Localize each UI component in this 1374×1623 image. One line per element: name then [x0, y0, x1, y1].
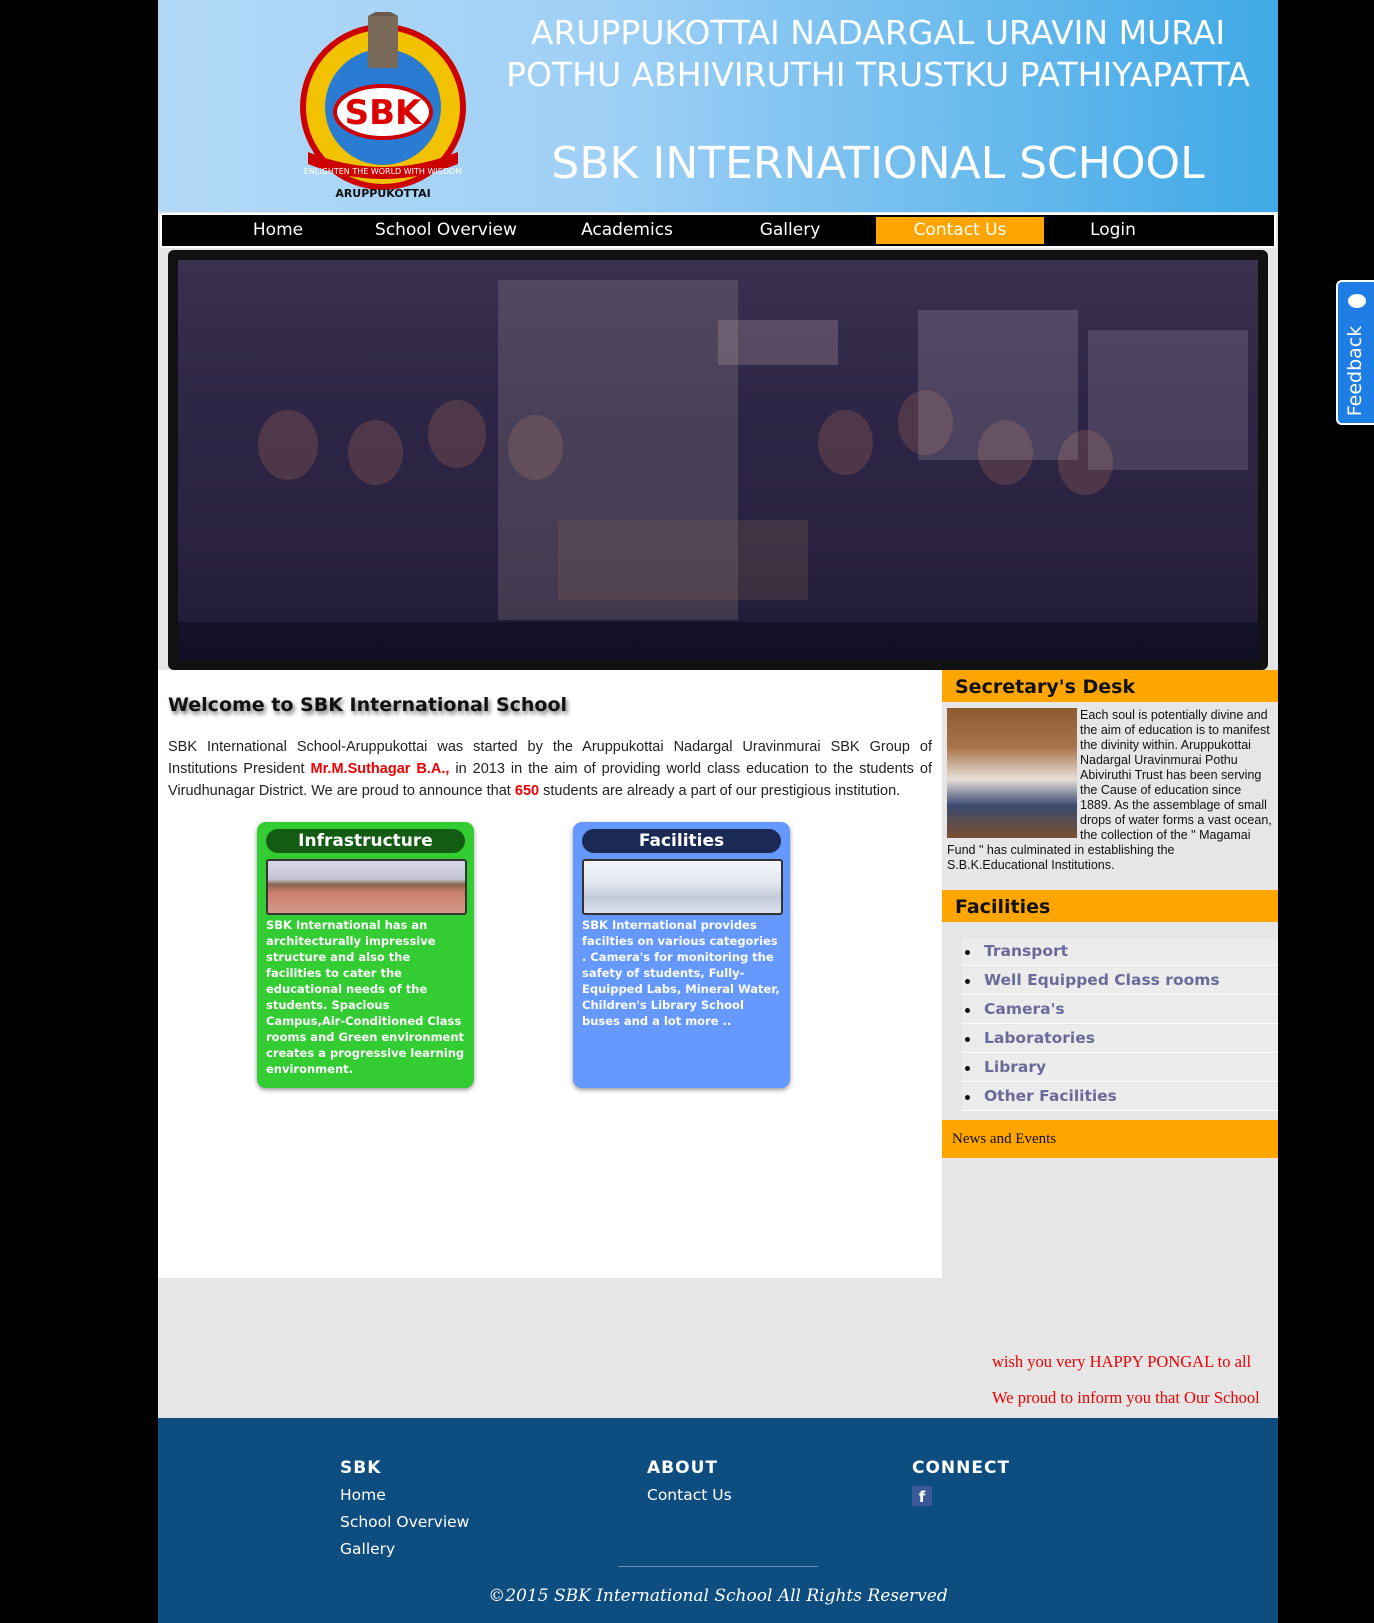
footer-link-gallery[interactable]: Gallery: [340, 1540, 395, 1558]
nav-school-overview[interactable]: School Overview: [372, 217, 520, 244]
copyright-text: ©2015 SBK International School All Right…: [488, 1586, 948, 1606]
feedback-label: Feedback: [1344, 325, 1366, 417]
infrastructure-image: [266, 859, 467, 915]
nav-contact-us[interactable]: Contact Us: [876, 217, 1044, 244]
facility-class-rooms[interactable]: Well Equipped Class rooms: [962, 967, 1278, 995]
page: SBK ENLIGHTEN THE WORLD WITH WISDOM ARUP…: [158, 0, 1278, 1623]
president-name: Mr.M.Suthagar B.A.,: [310, 761, 450, 777]
secretary-message: Each soul is potentially divine and the …: [947, 708, 1272, 873]
news-ticker: wish you very HAPPY PONGAL to all We pro…: [992, 1352, 1272, 1417]
school-logo: SBK ENLIGHTEN THE WORLD WITH WISDOM ARUP…: [300, 12, 466, 200]
news-item: We proud to inform you that Our School: [992, 1388, 1260, 1407]
chat-icon: [1348, 294, 1366, 308]
facebook-icon[interactable]: f: [912, 1486, 932, 1506]
nav-home[interactable]: Home: [232, 217, 324, 244]
facilities-list: Transport Well Equipped Class rooms Came…: [962, 938, 1278, 1112]
intro-text-3: students are already a part of our prest…: [539, 783, 901, 799]
footer-link-home[interactable]: Home: [340, 1486, 386, 1504]
site-footer: SBK Home School Overview Gallery ABOUT C…: [158, 1418, 1278, 1623]
news-events-heading: News and Events: [942, 1120, 1278, 1158]
school-name: SBK INTERNATIONAL SCHOOL: [551, 138, 1205, 189]
facility-laboratories[interactable]: Laboratories: [962, 1025, 1278, 1053]
news-item: wish you very HAPPY PONGAL to all: [992, 1352, 1252, 1371]
card-title: Infrastructure: [266, 829, 465, 853]
slide-image: [178, 260, 1258, 660]
welcome-heading: Welcome to SBK International School: [168, 694, 568, 716]
secretary-desk-heading: Secretary's Desk: [942, 670, 1278, 702]
facility-other[interactable]: Other Facilities: [962, 1083, 1278, 1111]
footer-link-contact-us[interactable]: Contact Us: [647, 1486, 732, 1504]
card-text: SBK International has an architecturally…: [266, 918, 465, 1076]
card-text: SBK International provides facilties on …: [582, 918, 780, 1028]
facilities-heading: Facilities: [942, 890, 1278, 922]
trust-title: ARUPPUKOTTAI NADARGAL URAVIN MURAI POTHU…: [488, 12, 1268, 96]
footer-divider: [618, 1566, 818, 1567]
svg-text:SBK: SBK: [345, 93, 423, 133]
infrastructure-card[interactable]: Infrastructure SBK International has an …: [257, 822, 474, 1088]
slide-caption-bar: [178, 622, 1258, 660]
svg-text:ARUPPUKOTTAI: ARUPPUKOTTAI: [335, 187, 430, 200]
facility-cameras[interactable]: Camera's: [962, 996, 1278, 1024]
footer-about-title: ABOUT: [647, 1458, 718, 1478]
main-content: Welcome to SBK International School SBK …: [158, 670, 942, 1278]
facilities-card[interactable]: Facilities SBK International provides fa…: [573, 822, 790, 1088]
footer-sbk-title: SBK: [340, 1458, 382, 1478]
facility-transport[interactable]: Transport: [962, 938, 1278, 966]
facilities-image: [582, 859, 783, 915]
nav-login[interactable]: Login: [1068, 217, 1158, 244]
image-slider[interactable]: [168, 250, 1268, 670]
nav-academics[interactable]: Academics: [574, 217, 680, 244]
trust-line-2: POTHU ABHIVIRUTHI TRUSTKU PATHIYAPATTA: [506, 55, 1250, 94]
intro-paragraph: SBK International School-Aruppukottai wa…: [168, 736, 932, 802]
footer-connect-title: CONNECT: [912, 1458, 1011, 1478]
footer-link-school-overview[interactable]: School Overview: [340, 1513, 469, 1531]
sidebar: Secretary's Desk Each soul is potentiall…: [942, 670, 1278, 1160]
feedback-tab[interactable]: Feedback: [1336, 280, 1374, 425]
student-count: 650: [514, 783, 540, 799]
card-title: Facilities: [582, 829, 781, 853]
nav-gallery[interactable]: Gallery: [742, 217, 838, 244]
trust-line-1: ARUPPUKOTTAI NADARGAL URAVIN MURAI: [530, 13, 1226, 52]
facility-library[interactable]: Library: [962, 1054, 1278, 1082]
site-header: SBK ENLIGHTEN THE WORLD WITH WISDOM ARUP…: [158, 0, 1278, 212]
svg-text:ENLIGHTEN THE WORLD WITH WISDO: ENLIGHTEN THE WORLD WITH WISDOM: [304, 167, 462, 176]
main-nav: Home School Overview Academics Gallery C…: [160, 213, 1276, 248]
